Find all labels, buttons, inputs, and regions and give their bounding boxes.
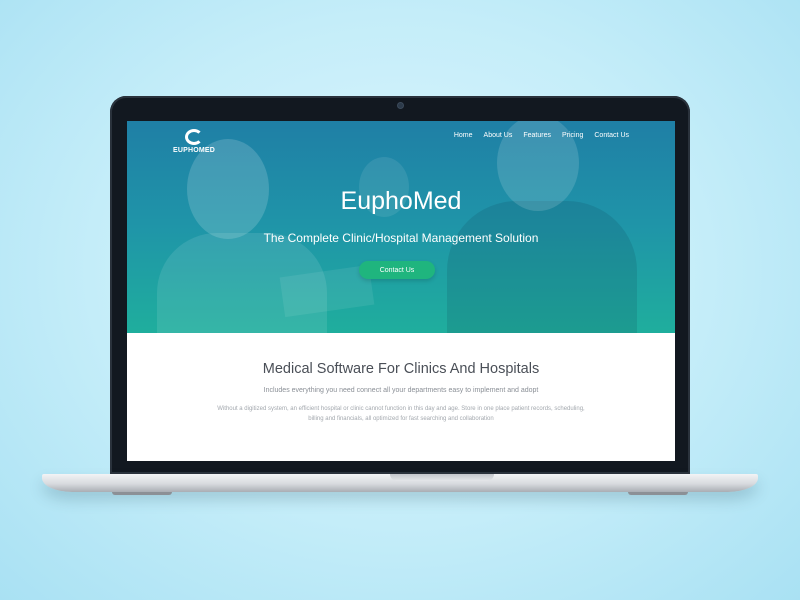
section-body: Without a digitized system, an efficient… [217, 406, 585, 422]
laptop-lid: EUPHOMED Home About Us Features Pricing … [110, 96, 690, 474]
nav-item-contact-us[interactable]: Contact Us [594, 132, 629, 139]
contact-us-button[interactable]: Contact Us [359, 261, 435, 279]
hero-photo-surgeon-body [447, 201, 637, 333]
features-intro-section: Medical Software For Clinics And Hospita… [127, 333, 675, 461]
webcam [397, 103, 403, 108]
top-nav: EUPHOMED Home About Us Features Pricing … [127, 121, 675, 157]
nav-item-about-us[interactable]: About Us [484, 132, 513, 139]
laptop-hinge-notch [390, 474, 494, 481]
nav-item-home[interactable]: Home [454, 132, 473, 139]
section-title: Medical Software For Clinics And Hospita… [262, 361, 540, 377]
hero-section: EUPHOMED Home About Us Features Pricing … [127, 121, 675, 333]
hero-title: EuphoMed [340, 187, 462, 215]
nav-menu: Home About Us Features Pricing Contact U… [454, 132, 629, 139]
section-lead: Includes everything you need connect all… [263, 387, 539, 394]
laptop-screen: EUPHOMED Home About Us Features Pricing … [127, 121, 675, 461]
logo-mark-icon [185, 129, 203, 145]
laptop-base [42, 474, 758, 495]
nav-item-features[interactable]: Features [523, 132, 551, 139]
hero-subtitle: The Complete Clinic/Hospital Management … [263, 231, 539, 245]
laptop-foot-right [628, 492, 688, 495]
nav-item-pricing[interactable]: Pricing [562, 132, 583, 139]
site-logo[interactable]: EUPHOMED [169, 129, 219, 154]
laptop-foot-left [112, 492, 172, 495]
logo-text: EUPHOMED [172, 147, 216, 154]
